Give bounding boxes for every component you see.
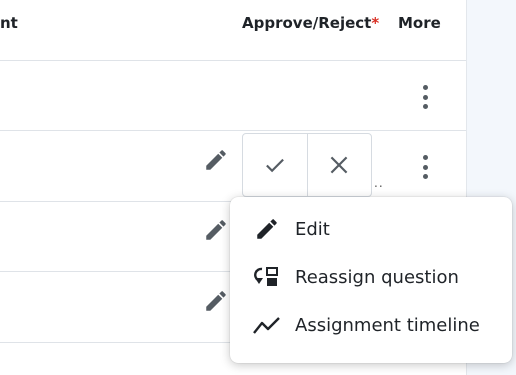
row-context-menu: Edit Reassign question Assignment timeli…	[230, 197, 512, 363]
required-asterisk: *	[371, 14, 380, 32]
timeline-icon	[252, 312, 282, 338]
menu-item-edit[interactable]: Edit	[230, 207, 512, 251]
menu-item-label: Assignment timeline	[295, 314, 480, 336]
approve-button[interactable]	[243, 134, 307, 196]
pencil-icon	[252, 216, 282, 242]
reassign-icon	[252, 264, 282, 290]
column-header-approve-reject: Approve/Reject*	[242, 14, 379, 32]
menu-item-label: Reassign question	[295, 266, 459, 288]
pencil-icon[interactable]	[203, 217, 229, 243]
more-options-icon[interactable]	[422, 155, 428, 179]
column-header-comment: nt	[0, 14, 18, 32]
more-options-icon[interactable]	[422, 85, 428, 109]
pencil-icon[interactable]	[203, 147, 229, 173]
truncation-mark: ..	[374, 176, 384, 190]
menu-item-label: Edit	[295, 218, 330, 240]
pencil-icon[interactable]	[203, 288, 229, 314]
header-divider	[0, 60, 466, 61]
check-icon	[265, 158, 284, 173]
close-icon	[330, 156, 348, 174]
menu-item-reassign-question[interactable]: Reassign question	[230, 255, 512, 299]
column-header-more: More	[398, 14, 441, 32]
approve-reject-label: Approve/Reject	[242, 14, 372, 32]
approve-reject-group	[242, 133, 372, 197]
row-divider	[0, 130, 466, 131]
reject-button[interactable]	[306, 134, 372, 196]
menu-item-assignment-timeline[interactable]: Assignment timeline	[230, 303, 512, 347]
